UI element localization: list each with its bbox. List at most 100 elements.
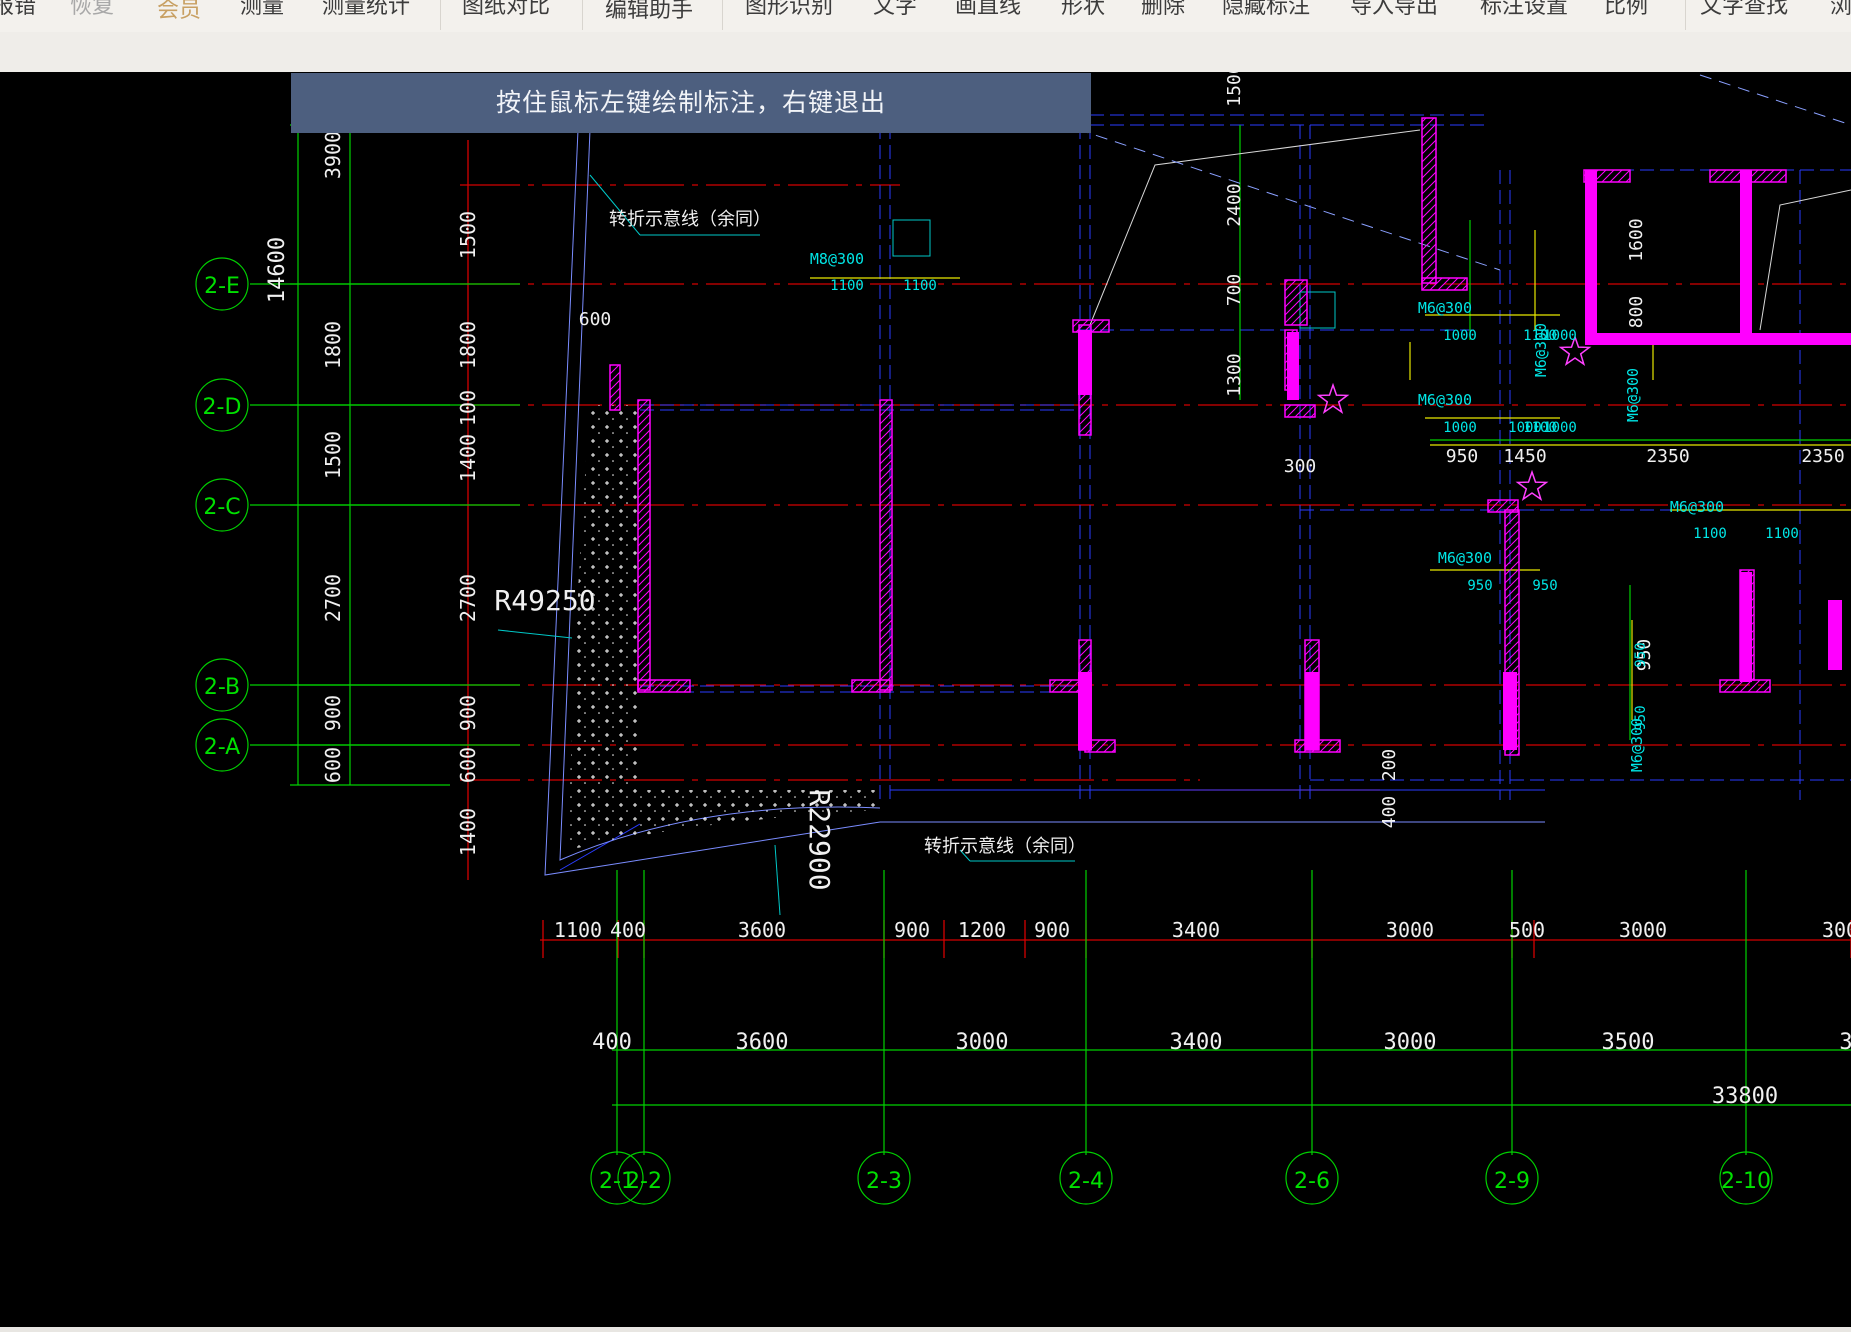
toolbar-item-4[interactable]: 测量统计: [322, 0, 410, 22]
top-toolbar: 报错 恢复 会员 测量 测量统计 图纸对比 编辑助手 图形识别 文字 画直线 形状 删除 隐藏标注 导入导…: [0, 0, 1851, 32]
star-marker: [1316, 382, 1350, 414]
toolbar-item-15[interactable]: 比例: [1604, 0, 1648, 22]
rebar-dim-text: 950: [1532, 578, 1557, 594]
toolbar-item-6[interactable]: 编辑助手: [605, 0, 693, 26]
dim-left-inner: 100: [456, 390, 480, 426]
toolbar-item-10[interactable]: 形状: [1061, 0, 1105, 22]
rebar-label: M8@300: [810, 250, 864, 268]
dim-left-inner: 1500: [456, 211, 480, 259]
column-solid: [1585, 333, 1851, 345]
rebar-dim-text: 1000: [1443, 420, 1477, 436]
cad-canvas[interactable]: 2-E 2-D 2-C 2-B 2-A 2-1 2-2 2-3 2-4 2-6 2-9 2-10 146…: [0, 72, 1851, 1327]
toolbar-separator: [582, 0, 583, 30]
rebar-dim-text: 1100: [1765, 526, 1799, 542]
axis-label-col: 2-10: [1721, 1169, 1771, 1194]
dim-left-inner: 1400: [456, 808, 480, 856]
rebar-dim-text: 1100: [903, 278, 937, 294]
rebar-label: M6@300: [1670, 498, 1724, 516]
axis-label-col: 2-6: [1294, 1169, 1330, 1194]
dim-misc: 600: [579, 309, 612, 330]
wall-hatch: [1421, 117, 1437, 284]
rebar-dim-text: 950: [1633, 642, 1649, 667]
dim-left-inner: 1800: [456, 321, 480, 369]
dim-left-inner: 600: [456, 747, 480, 783]
break-line: [1759, 189, 1851, 331]
fold-note: 转折示意线（余同）: [609, 209, 771, 230]
dim-left-outer: 1800: [321, 321, 345, 369]
star-marker: [1515, 469, 1549, 501]
toolbar-item-16[interactable]: 文字查找: [1700, 0, 1788, 22]
rebar-label: M6@300: [1624, 368, 1642, 422]
dim-misc: 700: [1224, 274, 1245, 307]
dim-misc: 2350: [1646, 446, 1689, 467]
rebar-label: M6@300: [1418, 299, 1472, 317]
dim-misc: 1500: [1224, 72, 1245, 107]
toolbar-item-7[interactable]: 图形识别: [745, 0, 833, 22]
toolbar-separator: [1685, 0, 1686, 30]
dim-bottom-row1: 3000: [1386, 918, 1434, 942]
axis-label-col: 2-2: [626, 1169, 662, 1194]
column-solid: [1828, 600, 1842, 670]
dim-bottom-row1: 500: [1509, 918, 1545, 942]
leader-line: [1699, 74, 1851, 126]
wall-hatch: [1284, 404, 1316, 418]
dim-bottom-row1: 3600: [738, 918, 786, 942]
axis-label-col: 2-9: [1494, 1169, 1530, 1194]
dim-misc: 200: [1379, 749, 1400, 782]
toolbar-item-14[interactable]: 标注设置: [1480, 0, 1568, 22]
dim-bottom-row1: 3400: [1172, 918, 1220, 942]
wall-hatch: [879, 399, 893, 691]
axis-label-col: 2-4: [1068, 1169, 1104, 1194]
hint-banner: 按住鼠标左键绘制标注，右键退出: [291, 73, 1091, 133]
dim-left-outer: 3900: [321, 131, 345, 179]
toolbar-item-3[interactable]: 测量: [240, 0, 284, 22]
dim-bottom-row2: 3500: [1602, 1030, 1655, 1055]
dim-bottom-row2: 400: [592, 1030, 632, 1055]
column-solid: [1305, 672, 1319, 750]
rebar-dim-text: 1100: [830, 278, 864, 294]
toolbar-item-8[interactable]: 文字: [873, 0, 917, 22]
status-strip: [0, 1327, 1851, 1332]
leader: [497, 629, 573, 639]
dim-bottom-row2: 3000: [1384, 1030, 1437, 1055]
toolbar-item-12[interactable]: 隐藏标注: [1222, 0, 1310, 22]
wall-hatch: [1284, 279, 1308, 326]
wall-hatch: [1421, 277, 1468, 291]
dim-misc: 2400: [1224, 183, 1245, 226]
dim-bottom-row1: 900: [894, 918, 930, 942]
column-solid: [1740, 572, 1752, 682]
toolbar-item-9[interactable]: 画直线: [955, 0, 1021, 22]
dim-total-bottom: 33800: [1712, 1084, 1778, 1109]
axis-label-row: 2-B: [204, 675, 240, 700]
column-solid: [1740, 170, 1752, 335]
dim-left-outer: 1500: [321, 431, 345, 479]
radius-label-a: R49250: [494, 584, 595, 617]
leader: [774, 844, 781, 916]
toolbar-item-13[interactable]: 导入导出: [1350, 0, 1438, 22]
dim-bottom-row1: 1200: [958, 918, 1006, 942]
dim-left-outer: 600: [321, 747, 345, 783]
dim-bottom-row2: 3000: [956, 1030, 1009, 1055]
rebar-dim-text: 1100: [1693, 526, 1727, 542]
dim-left-outer: 900: [321, 695, 345, 731]
toolbar-item-1[interactable]: 恢复: [70, 0, 114, 22]
axis-label-col: 2-3: [866, 1169, 902, 1194]
toolbar-item-17[interactable]: 浏: [1830, 0, 1851, 22]
toolbar-item-11[interactable]: 删除: [1141, 0, 1185, 22]
dim-misc: 1450: [1503, 446, 1546, 467]
dim-bottom-row1: 300: [1822, 918, 1851, 942]
rebar-dim-text: 950: [1467, 578, 1492, 594]
toolbar-item-5[interactable]: 图纸对比: [462, 0, 550, 22]
toolbar-item-0[interactable]: 报错: [0, 0, 36, 22]
dim-misc: 2350: [1801, 446, 1844, 467]
axis-label-row: 2-C: [203, 495, 240, 520]
toolbar-item-2[interactable]: 会员: [157, 0, 201, 26]
rebar-dim-text: 950: [1633, 705, 1649, 730]
axis-label-row: 2-E: [204, 274, 240, 299]
wall-hatch: [609, 364, 621, 411]
rebar-dim-text: 1100: [1523, 328, 1557, 344]
column-solid: [1078, 330, 1092, 395]
cad-drawing[interactable]: 2-E2-D2-C2-B2-A2-12-2 2-3 2-4 2-6 2-9 2-10146…: [0, 72, 1851, 1327]
dim-left-outer: 2700: [321, 574, 345, 622]
dim-bottom-row1: 400: [610, 918, 646, 942]
